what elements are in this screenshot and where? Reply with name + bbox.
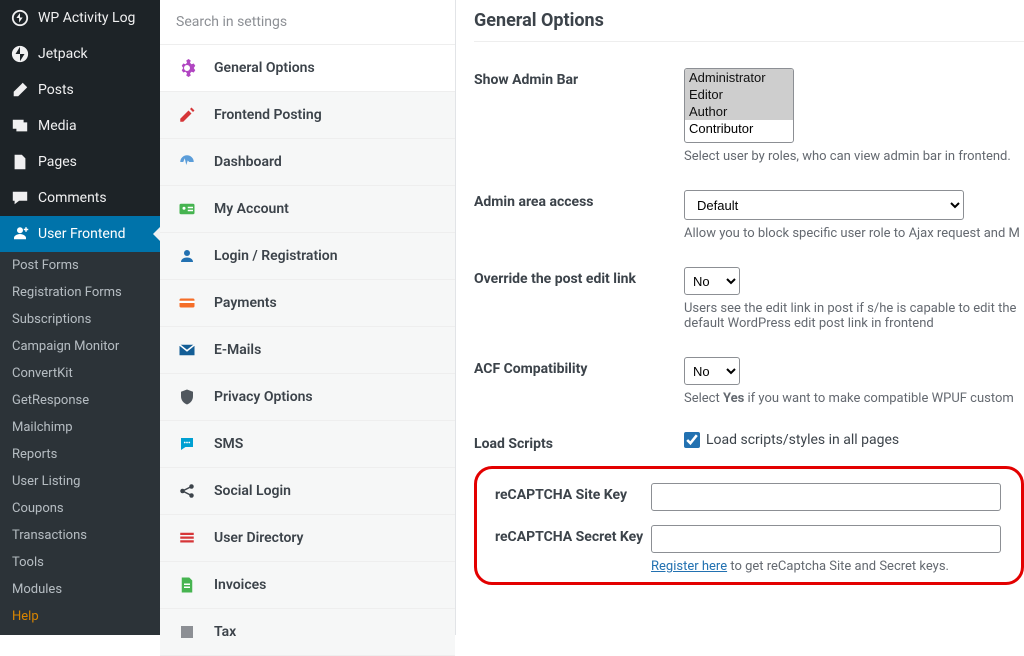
pages-icon — [10, 152, 30, 172]
wp-submenu-item[interactable]: Transactions — [0, 522, 160, 549]
wp-admin-sidebar: WP Activity LogJetpackPostsMediaPagesCom… — [0, 0, 160, 635]
dashboard-icon — [178, 153, 196, 171]
user-frontend-icon — [10, 224, 30, 244]
page-title: General Options — [474, 10, 1024, 42]
shield-icon — [178, 388, 196, 406]
wp-submenu-item[interactable]: Modules — [0, 576, 160, 603]
settings-nav-frontend[interactable]: Frontend Posting — [160, 92, 455, 139]
id-card-icon — [178, 200, 196, 218]
admin-access-label: Admin area access — [474, 190, 684, 210]
settings-nav-social[interactable]: Social Login — [160, 468, 455, 515]
wp-menu-comments[interactable]: Comments — [0, 180, 160, 216]
jetpack-icon — [10, 44, 30, 64]
wp-submenu-item[interactable]: Coupons — [0, 495, 160, 522]
acf-label: ACF Compatibility — [474, 357, 684, 377]
override-select[interactable]: No — [684, 267, 740, 295]
override-desc: Users see the edit link in post if s/he … — [684, 301, 1024, 331]
wp-submenu-item[interactable]: Subscriptions — [0, 306, 160, 333]
activity-log-icon — [10, 8, 30, 28]
settings-nav-payments[interactable]: Payments — [160, 280, 455, 327]
recaptcha-secret-label: reCAPTCHA Secret Key — [495, 525, 651, 545]
wp-submenu-item[interactable]: Post Forms — [0, 252, 160, 279]
wp-submenu-item[interactable]: Reports — [0, 441, 160, 468]
wp-submenu-item[interactable]: GetResponse — [0, 387, 160, 414]
tax-icon — [178, 623, 196, 641]
wp-submenu-item[interactable]: Settings — [0, 630, 160, 635]
scripts-checkbox[interactable] — [684, 432, 700, 448]
user-icon — [178, 247, 196, 265]
wp-menu-jetpack[interactable]: Jetpack — [0, 36, 160, 72]
settings-nav-invoices[interactable]: Invoices — [160, 562, 455, 609]
settings-nav-tax[interactable]: Tax — [160, 609, 455, 656]
wp-submenu-item[interactable]: Help — [0, 603, 160, 630]
share-icon — [178, 482, 196, 500]
settings-nav-emails[interactable]: E-Mails — [160, 327, 455, 374]
settings-nav-dashboard[interactable]: Dashboard — [160, 139, 455, 186]
payment-icon — [178, 294, 196, 312]
settings-main: General Options Show Admin Bar Administr… — [456, 0, 1024, 635]
wp-menu-posts[interactable]: Posts — [0, 72, 160, 108]
sms-icon — [178, 435, 196, 453]
wp-submenu-item[interactable]: Tools — [0, 549, 160, 576]
acf-select[interactable]: No — [684, 357, 740, 385]
settings-nav-account[interactable]: My Account — [160, 186, 455, 233]
recaptcha-secret-input[interactable] — [651, 525, 1001, 553]
admin-access-desc: Allow you to block specific user role to… — [684, 226, 1024, 241]
edit-icon — [178, 106, 196, 124]
scripts-label: Load Scripts — [474, 432, 684, 452]
gear-icon — [178, 59, 196, 77]
acf-desc: Select Yes if you want to make compatibl… — [684, 391, 1024, 406]
settings-nav-sms[interactable]: SMS — [160, 421, 455, 468]
admin-bar-roles-select[interactable]: AdministratorEditorAuthorContributor — [684, 68, 794, 143]
settings-nav-directory[interactable]: User Directory — [160, 515, 455, 562]
override-label: Override the post edit link — [474, 267, 684, 287]
list-icon — [178, 529, 196, 547]
wp-submenu-item[interactable]: Campaign Monitor — [0, 333, 160, 360]
recaptcha-register-link[interactable]: Register here — [651, 559, 727, 574]
wp-menu-user-frontend[interactable]: User Frontend — [0, 216, 160, 252]
wp-menu-media[interactable]: Media — [0, 108, 160, 144]
settings-nav-login[interactable]: Login / Registration — [160, 233, 455, 280]
settings-search-input[interactable]: Search in settings — [160, 0, 455, 45]
recaptcha-desc: Register here to get reCaptcha Site and … — [651, 559, 1001, 574]
wp-menu-pages[interactable]: Pages — [0, 144, 160, 180]
wp-submenu-item[interactable]: Mailchimp — [0, 414, 160, 441]
recaptcha-sitekey-label: reCAPTCHA Site Key — [495, 483, 651, 503]
settings-nav-privacy[interactable]: Privacy Options — [160, 374, 455, 421]
recaptcha-sitekey-input[interactable] — [651, 483, 1001, 511]
posts-icon — [10, 80, 30, 100]
admin-access-select[interactable]: Default — [684, 190, 964, 220]
recaptcha-highlight: reCAPTCHA Site Key reCAPTCHA Secret Key … — [474, 466, 1024, 585]
wp-submenu-item[interactable]: Registration Forms — [0, 279, 160, 306]
wp-submenu-item[interactable]: User Listing — [0, 468, 160, 495]
settings-nav-general[interactable]: General Options — [160, 45, 455, 92]
scripts-checkbox-label[interactable]: Load scripts/styles in all pages — [684, 432, 899, 448]
admin-bar-desc: Select user by roles, who can view admin… — [684, 149, 1024, 164]
settings-nav: Search in settings General OptionsFronte… — [160, 0, 456, 635]
wp-submenu-item[interactable]: ConvertKit — [0, 360, 160, 387]
invoice-icon — [178, 576, 196, 594]
wp-menu-activity-log[interactable]: WP Activity Log — [0, 0, 160, 36]
comments-icon — [10, 188, 30, 208]
admin-bar-label: Show Admin Bar — [474, 68, 684, 88]
mail-icon — [178, 341, 196, 359]
media-icon — [10, 116, 30, 136]
